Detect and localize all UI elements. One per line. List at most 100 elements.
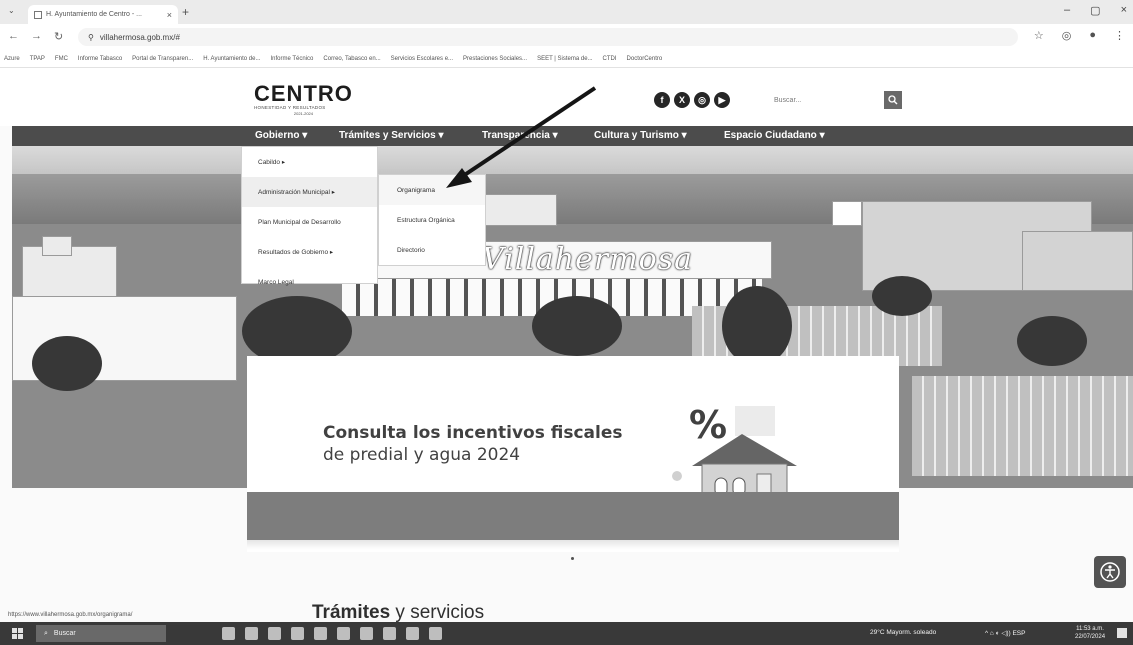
nav-espacio-ciudadano[interactable]: Espacio Ciudadano ▾ [724, 130, 825, 141]
nav-cultura[interactable]: Cultura y Turismo ▾ [594, 130, 687, 141]
clock-date: 22/07/2024 [1075, 634, 1106, 640]
dropdown-item-plan-municipal[interactable]: Plan Municipal de Desarrollo [242, 207, 377, 237]
task-view-icon[interactable] [222, 627, 235, 640]
bookmark-item[interactable]: SEET | Sistema de... [537, 56, 592, 62]
social-links: f X ◎ ▶ [654, 92, 730, 108]
favicon-icon [34, 10, 42, 19]
bookmark-item[interactable]: Prestaciones Sociales... [463, 56, 527, 62]
accessibility-icon [1100, 562, 1120, 582]
taskbar-app-icon[interactable] [429, 627, 442, 640]
status-bar-url: https://www.villahermosa.gob.mx/organigr… [8, 612, 133, 618]
clock-time: 11:53 a.m. [1076, 626, 1104, 632]
reload-icon[interactable]: ↻ [54, 30, 63, 43]
taskbar-app-icon[interactable] [245, 627, 258, 640]
bookmark-item[interactable]: TPAP [30, 56, 45, 62]
bookmark-item[interactable]: Azure [4, 56, 20, 62]
site-search-input[interactable] [770, 92, 880, 108]
file-explorer-icon[interactable] [383, 627, 396, 640]
logo-title: CENTRO [254, 81, 353, 106]
taskbar: ⌕ Buscar 29°C Mayorm. soleado ^ ⌂ ◐ ◁)) … [0, 622, 1133, 645]
taskbar-app-icon[interactable] [268, 627, 281, 640]
maximize-button[interactable]: ▢ [1090, 4, 1100, 17]
submenu-item-organigrama[interactable]: Organigrama [379, 175, 485, 205]
taskbar-search-icon: ⌕ [44, 629, 48, 637]
address-bar-row: ← → ↻ ⚲ villahermosa.gob.mx/# ☆ ◎ ● ⋮ [0, 24, 1133, 50]
bookmark-item[interactable]: Correo, Tabasco en... [323, 56, 380, 62]
banner-band [247, 492, 899, 540]
dropdown-item-marco-legal[interactable]: Marco Legal [242, 267, 377, 297]
nav-transparencia[interactable]: Transparencia ▾ [482, 130, 558, 141]
tab-list-icon[interactable]: ⌄ [8, 6, 15, 15]
taskbar-apps [222, 627, 442, 640]
url-input[interactable]: ⚲ villahermosa.gob.mx/# [78, 28, 1018, 46]
main-nav: Gobierno ▾ Trámites y Servicios ▾ Transp… [12, 126, 1133, 146]
close-window-button[interactable]: × [1121, 4, 1127, 17]
taskbar-app-icon[interactable] [360, 627, 373, 640]
hero-script-text: Villahermosa [482, 242, 694, 277]
system-tray[interactable]: ^ ⌂ ◐ ◁)) ESP [985, 629, 1025, 637]
site-info-icon[interactable]: ⚲ [88, 33, 94, 42]
section-title: Trámites y servicios [312, 602, 484, 624]
youtube-icon[interactable]: ▶ [714, 92, 730, 108]
taskbar-search[interactable]: ⌕ Buscar [36, 625, 166, 642]
forward-arrow-icon[interactable]: → [31, 30, 42, 43]
site-search-button[interactable] [884, 91, 902, 109]
gobierno-dropdown: Cabildo ▸ Administración Municipal ▸ Pla… [241, 146, 378, 286]
administracion-submenu: Organigrama Estructura Orgánica Director… [378, 174, 486, 266]
weather-widget[interactable]: 29°C Mayorm. soleado [870, 629, 936, 636]
bookmark-item[interactable]: Informe Técnico [270, 56, 313, 62]
search-icon [888, 95, 898, 105]
accessibility-button[interactable] [1094, 556, 1126, 588]
banner-line-1: Consulta los incentivos fiscales [323, 423, 623, 443]
submenu-item-estructura[interactable]: Estructura Orgánica [379, 205, 485, 235]
extensions-icon[interactable]: ◎ [1062, 29, 1072, 42]
bookmark-item[interactable]: CTDI [603, 56, 617, 62]
taskbar-app-icon[interactable] [314, 627, 327, 640]
svg-text:%: % [689, 403, 727, 447]
incentives-banner[interactable]: Consulta los incentivos fiscales de pred… [247, 356, 899, 552]
bookmark-item[interactable]: Informe Tabasco [78, 56, 122, 62]
site-header: CENTRO HONESTIDAD Y RESULTADOS 2021-2024… [0, 68, 1133, 126]
submenu-item-directorio[interactable]: Directorio [379, 235, 485, 265]
bookmarks-bar: Azure TPAP FMC Informe Tabasco Portal de… [0, 50, 1133, 68]
instagram-icon[interactable]: ◎ [694, 92, 710, 108]
browser-tab[interactable]: H. Ayuntamiento de Centro - ... × [28, 5, 178, 24]
carousel-dot[interactable] [571, 557, 574, 560]
taskbar-app-icon[interactable] [406, 627, 419, 640]
profile-icon[interactable]: ● [1089, 29, 1096, 42]
bookmark-item[interactable]: FMC [55, 56, 68, 62]
browser-tab-bar: ⌄ H. Ayuntamiento de Centro - ... × + – … [0, 0, 1133, 24]
banner-heading: Consulta los incentivos fiscales de pred… [323, 422, 623, 466]
clock[interactable]: 11:53 a.m. 22/07/2024 [1075, 625, 1105, 641]
window-controls: – ▢ × [1064, 4, 1127, 17]
url-text: villahermosa.gob.mx/# [99, 32, 180, 42]
facebook-icon[interactable]: f [654, 92, 670, 108]
centro-logo[interactable]: CENTRO HONESTIDAD Y RESULTADOS 2021-2024 [254, 81, 353, 117]
dropdown-item-resultados[interactable]: Resultados de Gobierno ▸ [242, 237, 377, 267]
new-tab-button[interactable]: + [182, 5, 189, 19]
windows-start-icon[interactable] [12, 628, 23, 639]
bookmark-item[interactable]: Servicios Escolares e... [391, 56, 453, 62]
notification-icon[interactable] [1117, 628, 1127, 638]
nav-tramites[interactable]: Trámites y Servicios ▾ [339, 130, 444, 141]
logo-years: 2021-2024 [293, 111, 314, 116]
menu-icon[interactable]: ⋮ [1114, 29, 1125, 42]
minimize-button[interactable]: – [1064, 4, 1070, 17]
bookmark-item[interactable]: DoctorCentro [627, 56, 663, 62]
chrome-icon[interactable] [337, 627, 350, 640]
bookmark-star-icon[interactable]: ☆ [1034, 29, 1044, 42]
dropdown-item-administracion[interactable]: Administración Municipal ▸ [242, 177, 377, 207]
section-title-rest: y servicios [390, 602, 485, 623]
taskbar-search-label: Buscar [53, 630, 76, 637]
dropdown-item-cabildo[interactable]: Cabildo ▸ [242, 147, 377, 177]
nav-gobierno[interactable]: Gobierno ▾ [255, 130, 307, 141]
taskbar-app-icon[interactable] [291, 627, 304, 640]
tab-title: H. Ayuntamiento de Centro - ... [46, 11, 142, 18]
x-twitter-icon[interactable]: X [674, 92, 690, 108]
section-title-bold: Trámites [312, 602, 391, 623]
bookmark-item[interactable]: H. Ayuntamiento de... [203, 56, 260, 62]
banner-line-2: de predial y agua 2024 [323, 445, 521, 465]
bookmark-item[interactable]: Portal de Transparen... [132, 56, 193, 62]
back-arrow-icon[interactable]: ← [8, 30, 19, 43]
tab-close-icon[interactable]: × [167, 10, 172, 20]
